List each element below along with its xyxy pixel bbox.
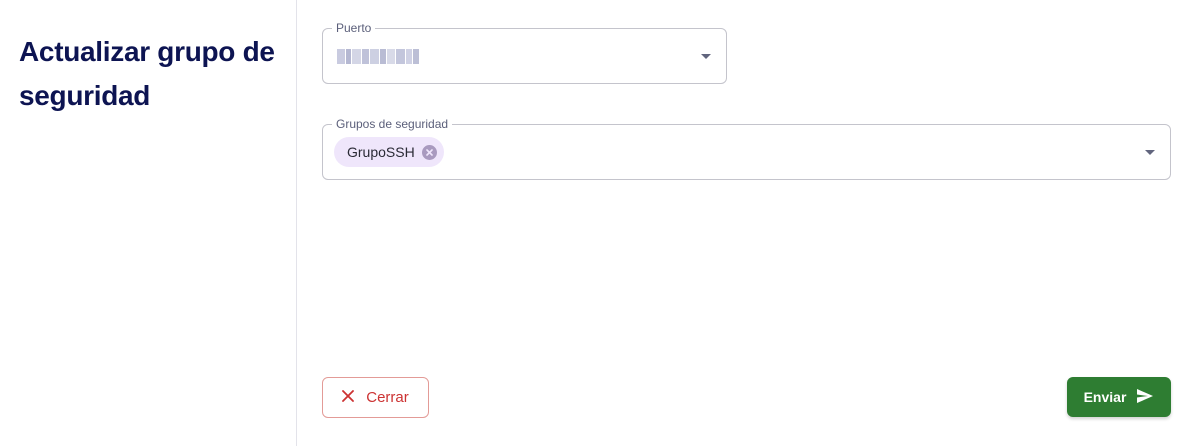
title-panel: Actualizar grupo de seguridad [0, 0, 297, 446]
send-icon [1136, 388, 1154, 407]
send-button-label: Enviar [1083, 389, 1127, 405]
security-groups-label: Grupos de seguridad [332, 117, 453, 131]
port-value-redacted [337, 49, 419, 64]
close-icon [342, 389, 355, 406]
close-button-label: Cerrar [366, 389, 409, 406]
send-button[interactable]: Enviar [1067, 377, 1171, 417]
chip-label: GrupoSSH [347, 144, 415, 160]
port-label: Puerto [332, 21, 376, 35]
security-groups-select[interactable]: Grupos de seguridad GrupoSSH [322, 117, 1171, 180]
port-select[interactable]: Puerto [322, 21, 727, 84]
security-group-chip[interactable]: GrupoSSH [334, 137, 444, 167]
chevron-down-icon[interactable] [701, 54, 711, 59]
page-title: Actualizar grupo de seguridad [19, 36, 275, 111]
chevron-down-icon[interactable] [1145, 150, 1155, 155]
update-security-group-dialog: Actualizar grupo de seguridad Puerto Gru… [0, 0, 1191, 446]
cancel-circle-icon[interactable] [421, 144, 437, 160]
close-button[interactable]: Cerrar [322, 377, 429, 418]
